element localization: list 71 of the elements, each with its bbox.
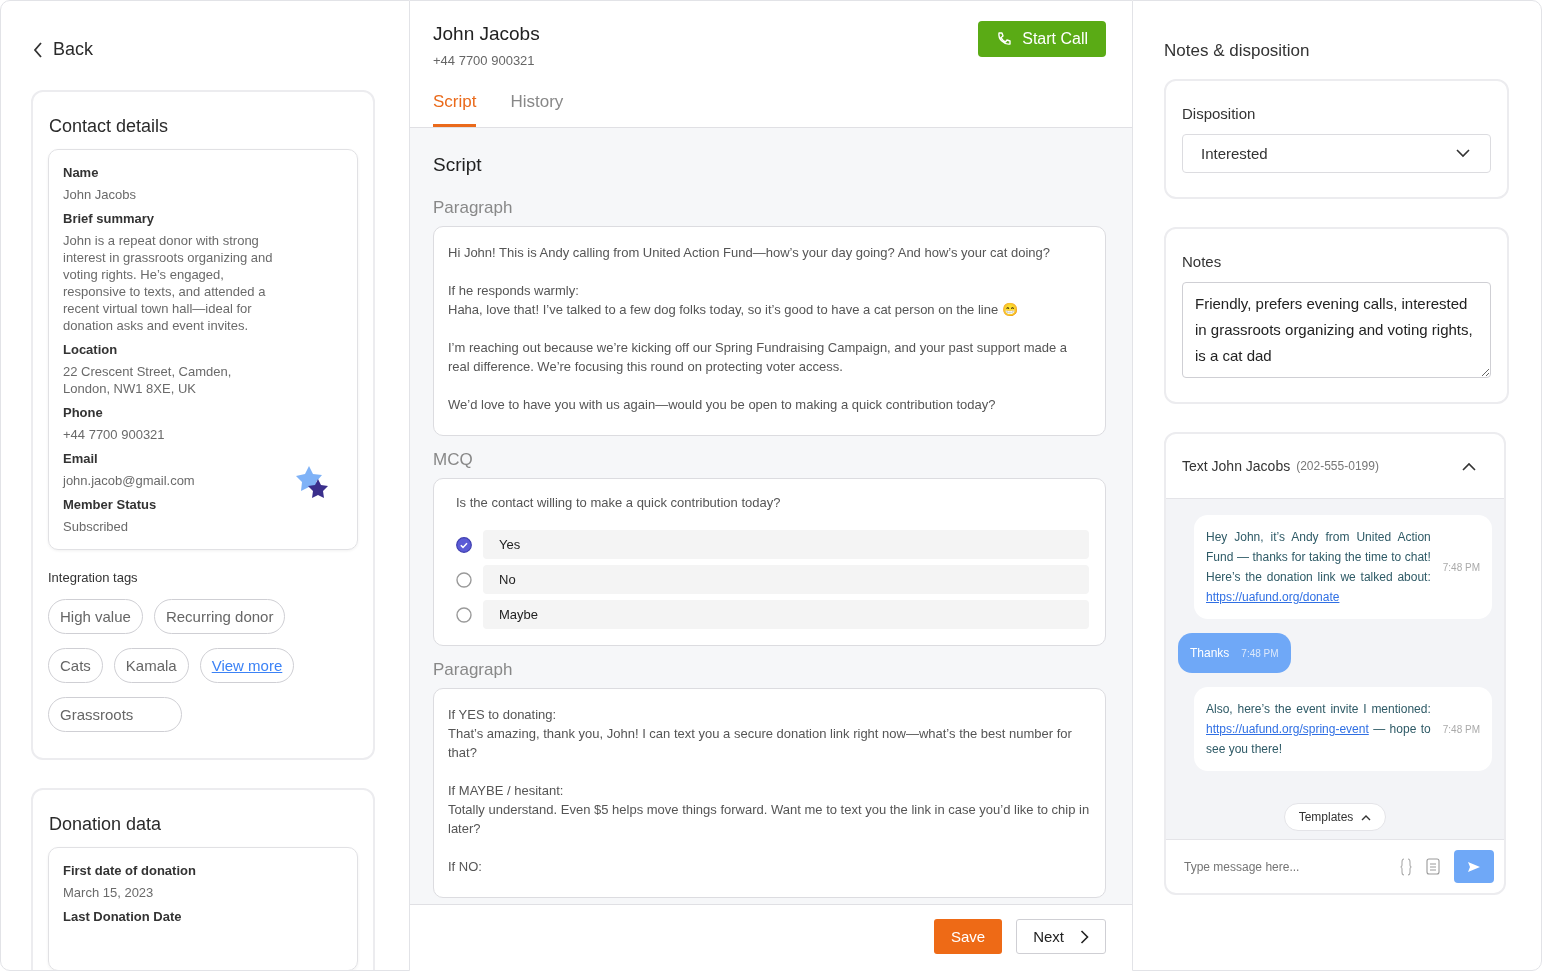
- field-value: 22 Crescent Street, Camden, London, NW1 8XE, UK: [63, 363, 233, 397]
- send-icon: [1467, 860, 1481, 873]
- block-heading: Paragraph: [433, 660, 514, 680]
- section-label: Integration tags: [48, 570, 139, 585]
- chevron-up-icon: [1361, 813, 1372, 821]
- field-label: Notes: [1182, 253, 1223, 270]
- card-title: Contact details: [49, 116, 170, 137]
- phone-icon: [996, 31, 1013, 47]
- message-time: 7:48 PM: [1241, 647, 1279, 659]
- script-text: Hi John! This is Andy calling from United Action Fund—how’s your day going? And how’s your cat doing?: [448, 244, 1051, 262]
- braces-icon[interactable]: [1400, 857, 1412, 876]
- block-heading: Paragraph: [433, 198, 514, 218]
- back-button[interactable]: Back: [33, 31, 94, 68]
- message-text: Hey John, it’s Andy from United Action Fund — thanks for taking the time to chat! Here’s the donation link we talked about: https://uafund.org/donate: [1206, 529, 1431, 606]
- disposition-select[interactable]: Interested: [1182, 134, 1491, 173]
- notes-field[interactable]: Friendly, prefers evening calls, interested in grassroots organizing and voting rights, is a cat dad: [1182, 282, 1491, 378]
- option-label[interactable]: Maybe: [483, 600, 1089, 629]
- field-value: March 15, 2023: [63, 884, 155, 901]
- script-text: If NO:: [448, 858, 483, 876]
- field-label: Email: [63, 451, 99, 466]
- field-label: First date of donation: [63, 863, 197, 878]
- field-label: Location: [63, 342, 119, 357]
- radio-button[interactable]: [456, 606, 472, 623]
- contact-phone: +44 7700 900321: [433, 53, 536, 68]
- field-label: Name: [63, 165, 100, 180]
- field-label: Disposition: [1182, 105, 1257, 122]
- field-value: Subscribed: [63, 518, 130, 535]
- chevron-down-icon: [1456, 149, 1470, 158]
- option-label[interactable]: No: [483, 565, 1089, 594]
- field-value: +44 7700 900321: [63, 426, 166, 443]
- field-label: Member Status: [63, 497, 158, 512]
- radio-button[interactable]: [456, 571, 472, 588]
- section-title: Script: [433, 154, 483, 176]
- field-value: John Jacobs: [63, 186, 137, 203]
- select-value: Interested: [1201, 145, 1268, 162]
- script-text: If YES to donating:: [448, 706, 558, 724]
- radio-checked-icon[interactable]: [456, 536, 472, 553]
- script-text: If MAYBE / hesitant:: [448, 782, 565, 800]
- field-label: Last Donation Date: [63, 909, 183, 924]
- script-text: Haha, love that! I’ve talked to a few dog folks today, so it’s good to have a cat person on the line 😁: [448, 301, 1019, 319]
- message-link[interactable]: https://uafund.org/spring-event: [1206, 722, 1369, 736]
- script-text: I’m reaching out because we’re kicking off our Spring Fundraising Campaign, and your past support made a real difference. We’re focusing this round on protecting voter access.: [448, 339, 1069, 376]
- field-label: Phone: [63, 405, 104, 420]
- script-text: If he responds warmly:: [448, 282, 580, 300]
- script-text: We’d love to have you with us again—would you be open to making a quick contribution today?: [448, 396, 997, 414]
- card-title: Donation data: [49, 814, 163, 835]
- panel-title: Notes & disposition: [1164, 41, 1311, 61]
- message-text: Also, here’s the event invite I mentioned: https://uafund.org/spring-event — hope to see you there!: [1206, 701, 1431, 758]
- field-label: Brief summary: [63, 211, 156, 226]
- templates-button[interactable]: Templates: [1283, 803, 1387, 831]
- field-value: John is a repeat donor with strong interest in grassroots organizing and voting rights. He’s engaged, responsive to texts, and attended a recent virtual town hall—ideal for donation asks and event invites.: [63, 232, 274, 334]
- option-label[interactable]: Yes: [483, 530, 1089, 559]
- question-text: Is the contact willing to make a quick contribution today?: [456, 495, 782, 510]
- sms-title: Text John Jacobs: [1182, 458, 1291, 474]
- message-text: Thanks: [1190, 645, 1230, 662]
- script-text: That’s amazing, thank you, John! I can text you a secure donation link right now—what’s the best number for that?: [448, 725, 1073, 762]
- chevron-left-icon: [33, 41, 43, 58]
- next-button[interactable]: Next: [1016, 919, 1106, 954]
- block-heading: MCQ: [433, 450, 474, 470]
- message-link[interactable]: https://uafund.org/donate: [1206, 590, 1340, 604]
- send-button[interactable]: [1454, 850, 1494, 883]
- chevron-right-icon: [1080, 929, 1089, 944]
- script-text: Totally understand. Even $5 helps move things forward. Want me to text you the link in case you’d like to chip in later?: [448, 801, 1091, 838]
- document-icon[interactable]: [1426, 858, 1440, 875]
- chevron-up-icon[interactable]: [1462, 461, 1476, 471]
- message-time: 7:48 PM: [1442, 723, 1480, 735]
- sms-number: (202-555-0199): [1296, 459, 1379, 473]
- tab[interactable]: History: [510, 86, 564, 127]
- message-time: 7:48 PM: [1442, 561, 1480, 573]
- contact-name: John Jacobs: [433, 23, 540, 45]
- field-value: john.jacob@gmail.com: [63, 472, 196, 489]
